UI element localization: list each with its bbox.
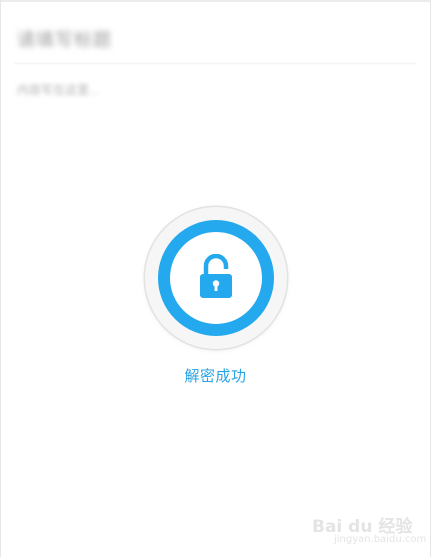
note-content-field[interactable]: 内容写在这里... bbox=[17, 81, 99, 98]
left-border bbox=[0, 0, 1, 557]
unlocked-padlock-icon bbox=[200, 254, 232, 298]
title-divider bbox=[14, 63, 416, 64]
unlock-status-text: 解密成功 bbox=[184, 368, 247, 385]
note-editor-screen: 请填写标题 内容写在这里... 解密成功 Bai du 经验 jingyan.b… bbox=[0, 0, 431, 557]
note-title-field[interactable]: 请填写标题 bbox=[17, 26, 112, 52]
unlock-success-badge bbox=[145, 207, 287, 349]
baidu-jingyan-watermark: Bai du 经验 jingyan.baidu.com bbox=[312, 508, 427, 552]
watermark-subtext: jingyan.baidu.com bbox=[334, 534, 427, 545]
top-border bbox=[0, 0, 431, 2]
